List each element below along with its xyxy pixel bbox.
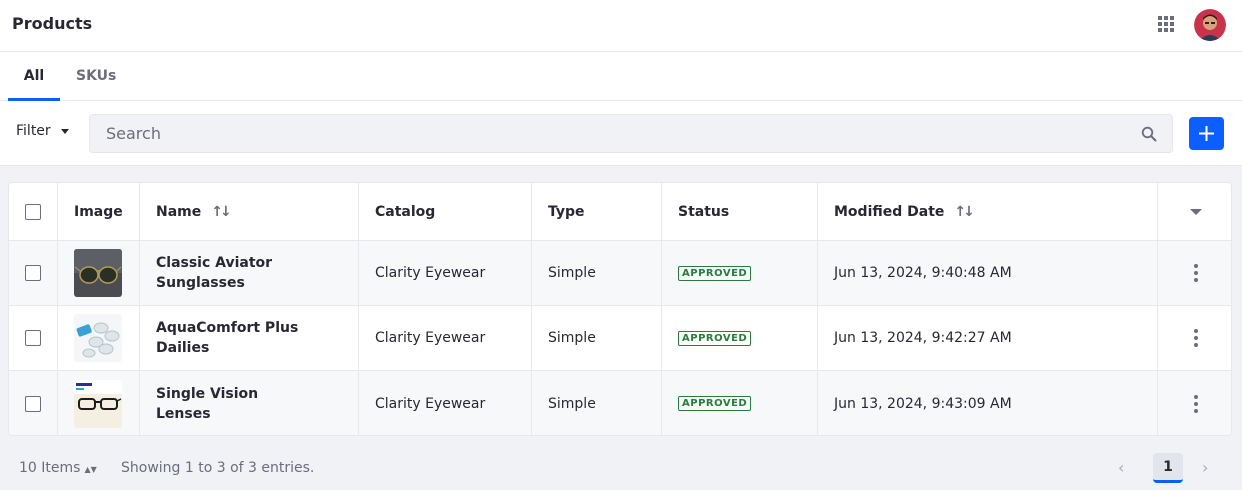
status-badge: APPROVED bbox=[678, 396, 752, 411]
user-avatar[interactable] bbox=[1194, 9, 1226, 41]
type-cell: Simple bbox=[532, 306, 662, 370]
status-badge: APPROVED bbox=[678, 330, 752, 346]
catalog-cell: Clarity Eyewear bbox=[359, 306, 532, 370]
kebab-menu-icon[interactable] bbox=[1193, 394, 1199, 413]
row-select-cell bbox=[9, 306, 58, 370]
sort-icon[interactable]: ↑↓ bbox=[954, 204, 975, 220]
image-cell bbox=[58, 241, 140, 305]
table-row: Single Vision Lenses Clarity Eyewear Sim… bbox=[9, 371, 1231, 435]
image-cell bbox=[58, 306, 140, 370]
management-toolbar: Filter bbox=[0, 101, 1242, 166]
sort-updown-icon: ▲▼ bbox=[84, 465, 97, 474]
table-row: Classic Aviator Sunglasses Clarity Eyewe… bbox=[9, 241, 1231, 306]
modified-date-cell: Jun 13, 2024, 9:43:09 AM bbox=[818, 371, 1158, 435]
filter-dropdown-button[interactable]: Filter bbox=[16, 123, 69, 139]
products-table: Image Name ↑↓ Catalog Type Status Modifi… bbox=[8, 182, 1232, 436]
search-icon[interactable] bbox=[1141, 126, 1157, 142]
pagination-results: Showing 1 to 3 of 3 entries. bbox=[121, 460, 315, 476]
caret-down-icon bbox=[60, 128, 69, 134]
items-per-page-label: 10 Items bbox=[19, 460, 81, 476]
row-checkbox[interactable] bbox=[25, 395, 41, 412]
row-actions-cell bbox=[1158, 241, 1231, 305]
tab-bar: All SKUs bbox=[0, 52, 1242, 101]
add-product-button[interactable] bbox=[1189, 117, 1224, 150]
column-header-name-label: Name bbox=[156, 203, 202, 220]
select-all-cell bbox=[9, 183, 58, 240]
modified-date-cell: Jun 13, 2024, 9:40:48 AM bbox=[818, 241, 1158, 305]
status-cell: APPROVED bbox=[662, 371, 818, 435]
status-cell: APPROVED bbox=[662, 241, 818, 305]
column-header-status: Status bbox=[662, 183, 818, 240]
search-input[interactable] bbox=[90, 115, 1130, 152]
tab-skus[interactable]: SKUs bbox=[76, 52, 116, 101]
column-header-image: Image bbox=[58, 183, 140, 240]
name-cell: AquaComfort Plus Dailies bbox=[140, 306, 359, 370]
catalog-cell: Clarity Eyewear bbox=[359, 241, 532, 305]
items-per-page-select[interactable]: 10 Items ▲▼ bbox=[19, 460, 97, 476]
row-select-cell bbox=[9, 371, 58, 435]
product-name-link[interactable]: Classic Aviator Sunglasses bbox=[156, 253, 316, 293]
modified-date-cell: Jun 13, 2024, 9:42:27 AM bbox=[818, 306, 1158, 370]
chevron-right-icon[interactable]: › bbox=[1202, 458, 1208, 477]
row-actions-cell bbox=[1158, 306, 1231, 370]
row-select-cell bbox=[9, 241, 58, 305]
kebab-menu-icon[interactable] bbox=[1193, 264, 1199, 282]
top-bar: Products bbox=[0, 0, 1242, 52]
type-cell: Simple bbox=[532, 241, 662, 305]
row-checkbox[interactable] bbox=[25, 330, 41, 346]
page-1-button[interactable]: 1 bbox=[1153, 453, 1183, 483]
aviator-sunglasses-image bbox=[74, 249, 122, 297]
catalog-cell: Clarity Eyewear bbox=[359, 371, 532, 435]
type-cell: Simple bbox=[532, 371, 662, 435]
table-header-row: Image Name ↑↓ Catalog Type Status Modifi… bbox=[9, 183, 1231, 241]
column-header-type: Type bbox=[532, 183, 662, 240]
column-header-modified-date-label: Modified Date bbox=[834, 203, 945, 220]
chevron-left-icon[interactable]: ‹ bbox=[1118, 458, 1124, 477]
contact-lenses-image bbox=[74, 314, 122, 362]
column-header-catalog: Catalog bbox=[359, 183, 532, 240]
eyeglasses-image bbox=[74, 379, 122, 428]
apps-grid-icon[interactable] bbox=[1158, 16, 1178, 36]
pagination-bar: 10 Items ▲▼ Showing 1 to 3 of 3 entries. … bbox=[0, 448, 1242, 490]
sort-icon[interactable]: ↑↓ bbox=[211, 204, 232, 220]
column-header-modified-date[interactable]: Modified Date ↑↓ bbox=[818, 183, 1158, 240]
product-name-link[interactable]: AquaComfort Plus Dailies bbox=[156, 318, 316, 358]
row-actions-cell bbox=[1158, 371, 1231, 435]
table-row: AquaComfort Plus Dailies Clarity Eyewear… bbox=[9, 306, 1231, 371]
row-checkbox[interactable] bbox=[25, 265, 41, 281]
product-name-link[interactable]: Single Vision Lenses bbox=[156, 384, 316, 424]
search-box bbox=[89, 114, 1173, 153]
image-cell bbox=[58, 371, 140, 435]
tab-all[interactable]: All bbox=[8, 52, 60, 101]
filter-label: Filter bbox=[16, 123, 51, 139]
plus-icon bbox=[1199, 126, 1214, 141]
caret-down-icon[interactable] bbox=[1189, 208, 1202, 215]
page-title: Products bbox=[12, 14, 93, 33]
name-cell: Single Vision Lenses bbox=[140, 371, 359, 435]
status-cell: APPROVED bbox=[662, 306, 818, 370]
kebab-menu-icon[interactable] bbox=[1193, 329, 1199, 347]
column-options-cell bbox=[1158, 183, 1231, 240]
status-badge: APPROVED bbox=[678, 265, 752, 281]
name-cell: Classic Aviator Sunglasses bbox=[140, 241, 359, 305]
column-header-name[interactable]: Name ↑↓ bbox=[140, 183, 359, 240]
select-all-checkbox[interactable] bbox=[25, 203, 41, 220]
